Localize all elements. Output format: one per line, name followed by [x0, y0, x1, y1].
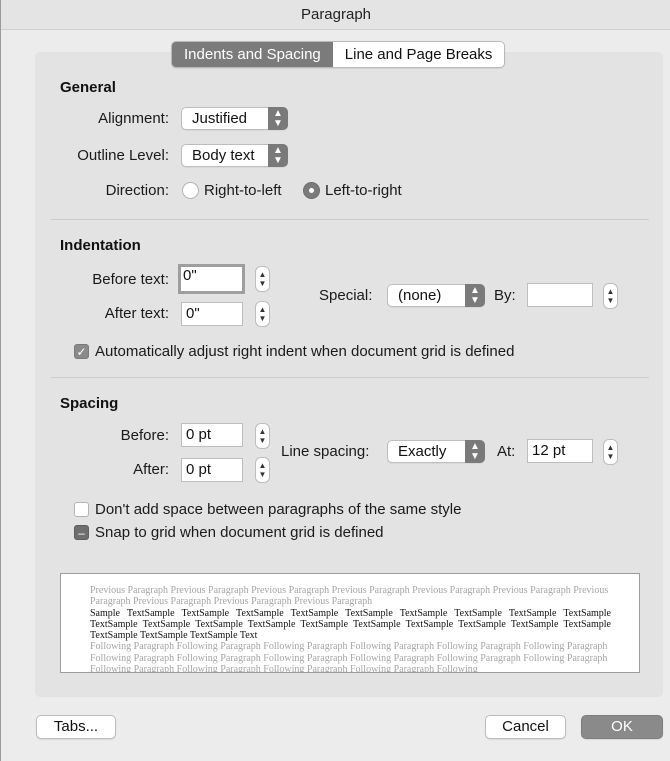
by-field[interactable]	[527, 283, 593, 307]
at-label: At:	[497, 443, 516, 460]
preview-sample-text: Sample TextSample TextSample TextSample …	[90, 607, 611, 642]
after-text-stepper[interactable]: ▲ ▼	[255, 301, 270, 327]
ok-button[interactable]: OK	[581, 715, 663, 739]
tab-line-and-page-breaks[interactable]: Line and Page Breaks	[332, 42, 505, 67]
preview-following-paragraph: Following Paragraph Following Paragraph …	[90, 641, 608, 673]
at-stepper[interactable]: ▲ ▼	[603, 439, 618, 465]
by-label: By:	[494, 287, 516, 304]
paragraph-dialog: Paragraph Indents and Spacing Line and P…	[0, 0, 670, 761]
after-text-field[interactable]: 0"	[181, 302, 243, 326]
spacing-before-label: Before:	[120, 427, 169, 444]
outline-level-value: Body text	[192, 147, 255, 164]
right-to-left-label[interactable]: Right-to-left	[204, 182, 282, 199]
paragraph-preview: Previous Paragraph Previous Paragraph Pr…	[60, 573, 640, 673]
dont-add-space-label[interactable]: Don't add space between paragraphs of th…	[95, 501, 461, 518]
alignment-label: Alignment:	[98, 110, 169, 127]
radio-left-to-right[interactable]	[303, 182, 320, 199]
alignment-popup[interactable]: Justified ▲ ▼	[181, 107, 288, 130]
direction-label: Direction:	[105, 182, 169, 199]
dont-add-space-checkbox[interactable]	[74, 502, 89, 517]
special-value: (none)	[398, 287, 442, 304]
auto-adjust-label[interactable]: Automatically adjust right indent when d…	[95, 343, 514, 360]
outline-level-label: Outline Level:	[77, 147, 169, 164]
auto-adjust-checkbox[interactable]: ✓	[74, 344, 89, 359]
tab-bar: Indents and Spacing Line and Page Breaks	[171, 41, 506, 68]
cancel-button[interactable]: Cancel	[485, 715, 566, 739]
line-spacing-value: Exactly	[398, 443, 447, 460]
window-title: Paragraph	[300, 6, 372, 23]
indentation-heading: Indentation	[60, 237, 141, 254]
after-text-label: After text:	[104, 305, 169, 322]
spacing-after-stepper[interactable]: ▲ ▼	[255, 457, 270, 483]
spacing-before-stepper[interactable]: ▲ ▼	[255, 423, 270, 449]
before-text-stepper[interactable]: ▲ ▼	[255, 266, 270, 292]
title-bar: Paragraph	[1, 0, 670, 30]
left-to-right-label[interactable]: Left-to-right	[325, 182, 402, 199]
spacing-after-label: After:	[133, 461, 169, 478]
by-stepper[interactable]: ▲ ▼	[603, 283, 618, 309]
tabs-button[interactable]: Tabs...	[36, 715, 116, 739]
line-spacing-popup[interactable]: Exactly ▲ ▼	[387, 440, 485, 463]
spacing-before-field[interactable]: 0 pt	[181, 423, 243, 447]
radio-right-to-left[interactable]	[182, 182, 199, 199]
before-text-label: Before text:	[92, 271, 169, 288]
popup-arrows-icon: ▲ ▼	[268, 107, 288, 130]
popup-arrows-icon: ▲ ▼	[465, 284, 485, 307]
popup-arrows-icon: ▲ ▼	[268, 144, 288, 167]
popup-arrows-icon: ▲ ▼	[465, 440, 485, 463]
at-field[interactable]: 12 pt	[527, 439, 593, 463]
tab-indents-and-spacing[interactable]: Indents and Spacing	[172, 42, 333, 67]
special-popup[interactable]: (none) ▲ ▼	[387, 284, 485, 307]
section-divider	[51, 377, 649, 378]
spacing-heading: Spacing	[60, 395, 119, 412]
general-heading: General	[60, 79, 116, 96]
outline-level-popup[interactable]: Body text ▲ ▼	[181, 144, 288, 167]
snap-to-grid-label[interactable]: Snap to grid when document grid is defin…	[95, 524, 384, 541]
line-spacing-label: Line spacing:	[281, 443, 370, 460]
preview-previous-paragraph: Previous Paragraph Previous Paragraph Pr…	[90, 585, 609, 608]
section-divider	[51, 219, 649, 220]
snap-to-grid-checkbox[interactable]: –	[74, 525, 89, 540]
special-label: Special:	[319, 287, 373, 304]
before-text-field[interactable]: 0"	[178, 264, 245, 294]
alignment-value: Justified	[192, 110, 248, 127]
spacing-after-field[interactable]: 0 pt	[181, 458, 243, 482]
